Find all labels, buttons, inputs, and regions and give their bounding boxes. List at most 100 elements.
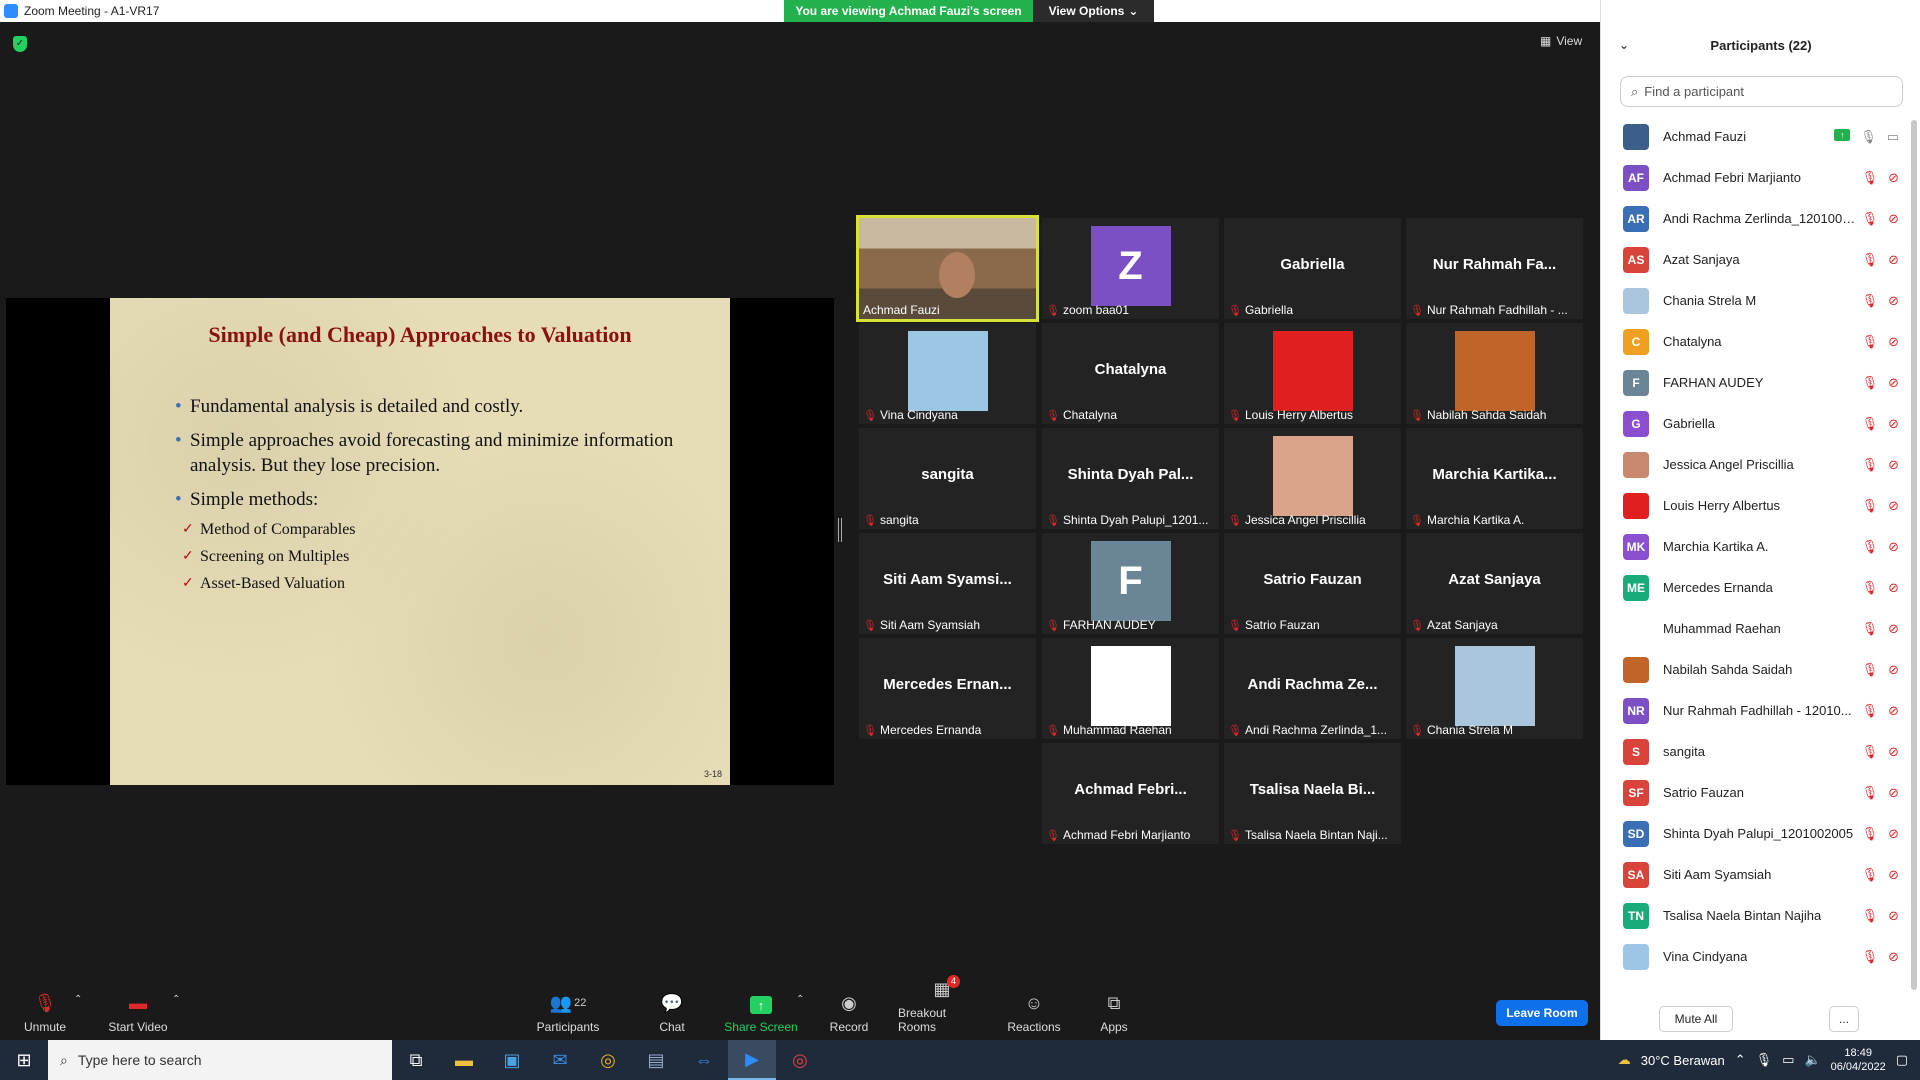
unmute-button[interactable]: 🎙 Unmute: [22, 980, 68, 1040]
video-tile[interactable]: Mercedes Ernan... 🎙 Mercedes Ernanda: [859, 638, 1036, 739]
muted-mic-icon: 🎙: [1861, 866, 1879, 882]
participant-status-icons: 🎙 ⊘: [1862, 621, 1899, 637]
participant-row[interactable]: SF Satrio Fauzan 🎙 ⊘: [1601, 772, 1911, 813]
participant-status-icons: 🎙 ⊘: [1862, 457, 1899, 473]
participants-panel: ⌄ Participants (22) ⌕ Find a participant…: [1600, 0, 1920, 1040]
shield-icon[interactable]: ✓: [13, 36, 27, 52]
video-tile[interactable]: Z 🎙 zoom baa01: [1042, 218, 1219, 319]
notepad-icon[interactable]: ▤: [632, 1040, 680, 1080]
participant-row[interactable]: AR Andi Rachma Zerlinda_1201002... 🎙 ⊘: [1601, 198, 1911, 239]
participant-row[interactable]: Muhammad Raehan 🎙 ⊘: [1601, 608, 1911, 649]
breakout-rooms-button[interactable]: ▦ 4 Breakout Rooms: [898, 975, 986, 1040]
participant-row[interactable]: AF Achmad Febri Marjianto 🎙 ⊘: [1601, 157, 1911, 198]
video-tile[interactable]: 🎙 Muhammad Raehan: [1042, 638, 1219, 739]
video-tile[interactable]: F 🎙 FARHAN AUDEY: [1042, 533, 1219, 634]
tile-name-label: 🎙 Andi Rachma Zerlinda_1...: [1228, 723, 1397, 737]
video-tile[interactable]: 🎙 Louis Herry Albertus: [1224, 323, 1401, 424]
file-explorer-icon[interactable]: ▬: [440, 1040, 488, 1080]
view-button[interactable]: ▦ View: [1540, 34, 1582, 48]
video-tile[interactable]: Satrio Fauzan 🎙 Satrio Fauzan: [1224, 533, 1401, 634]
video-tile[interactable]: 🎙 Chania Strela M: [1406, 638, 1583, 739]
participant-row[interactable]: ME Mercedes Ernanda 🎙 ⊘: [1601, 567, 1911, 608]
collapse-chevron-icon[interactable]: ⌄: [1619, 38, 1629, 52]
record-button[interactable]: ◉ Record: [826, 980, 872, 1040]
participant-row[interactable]: C Chatalyna 🎙 ⊘: [1601, 321, 1911, 362]
share-screen-button[interactable]: ↑ Share Screen: [724, 980, 798, 1040]
participant-row[interactable]: F FARHAN AUDEY 🎙 ⊘: [1601, 362, 1911, 403]
video-tile[interactable]: Shinta Dyah Pal... 🎙 Shinta Dyah Palupi_12…: [1042, 428, 1219, 529]
chrome-alt-icon[interactable]: ◎: [776, 1040, 824, 1080]
muted-mic-icon: 🎙: [1861, 292, 1879, 308]
muted-mic-icon: 🎙: [863, 409, 877, 422]
clock[interactable]: 18:49 06/04/2022: [1831, 1046, 1886, 1074]
video-tile[interactable]: Gabriella 🎙 Gabriella: [1224, 218, 1401, 319]
split-divider-handle[interactable]: [838, 518, 842, 542]
participant-row[interactable]: Achmad Fauzi ↑ 🎙 ▭: [1601, 116, 1911, 157]
teamviewer-icon[interactable]: ⇔: [680, 1040, 728, 1080]
mute-all-button[interactable]: Mute All: [1659, 1006, 1733, 1032]
view-options-button[interactable]: View Options ⌄: [1033, 0, 1154, 22]
participant-row[interactable]: G Gabriella 🎙 ⊘: [1601, 403, 1911, 444]
muted-mic-icon: 🎙: [1046, 304, 1060, 317]
store-icon[interactable]: ▣: [488, 1040, 536, 1080]
zoom-icon[interactable]: ▶: [728, 1040, 776, 1080]
participant-row[interactable]: TN Tsalisa Naela Bintan Najiha 🎙 ⊘: [1601, 895, 1911, 936]
audio-options-caret-icon[interactable]: ⌃: [74, 994, 82, 1005]
apps-button[interactable]: ⧉ Apps: [1098, 980, 1130, 1040]
video-tile[interactable]: Tsalisa Naela Bi... 🎙 Tsalisa Naela Bintan…: [1224, 743, 1401, 844]
grid-icon: ▦: [1540, 34, 1552, 48]
mail-icon[interactable]: ✉: [536, 1040, 584, 1080]
video-tile[interactable]: sangita 🎙 sangita: [859, 428, 1036, 529]
participant-row[interactable]: NR Nur Rahmah Fadhillah - 12010... 🎙 ⊘: [1601, 690, 1911, 731]
tile-name-label: 🎙 FARHAN AUDEY: [1046, 618, 1215, 632]
participant-row[interactable]: Vina Cindyana 🎙 ⊘: [1601, 936, 1911, 977]
windows-start-icon[interactable]: ⊞: [0, 1040, 48, 1080]
video-tile[interactable]: 🎙 Jessica Angel Priscillia: [1224, 428, 1401, 529]
participant-row[interactable]: AS Azat Sanjaya 🎙 ⊘: [1601, 239, 1911, 280]
video-off-icon: ⊘: [1888, 169, 1899, 185]
video-tile[interactable]: Achmad Fauzi: [856, 215, 1039, 322]
chat-button[interactable]: 💬 Chat: [652, 980, 692, 1040]
share-options-caret-icon[interactable]: ⌃: [796, 994, 804, 1005]
reactions-button[interactable]: ☺ Reactions: [1007, 980, 1060, 1040]
notifications-icon[interactable]: ▢: [1896, 1052, 1908, 1068]
more-button[interactable]: ...: [1829, 1006, 1859, 1032]
avatar: AS: [1623, 246, 1649, 273]
leave-room-button[interactable]: Leave Room: [1496, 1000, 1588, 1026]
video-tile[interactable]: Nur Rahmah Fa... 🎙 Nur Rahmah Fadhillah - …: [1406, 218, 1583, 319]
participants-button[interactable]: 👥 22 Participants: [536, 980, 600, 1040]
video-tile[interactable]: Andi Rachma Ze... 🎙 Andi Rachma Zerlinda_1…: [1224, 638, 1401, 739]
video-options-caret-icon[interactable]: ⌃: [172, 994, 180, 1005]
participant-row[interactable]: Jessica Angel Priscillia 🎙 ⊘: [1601, 444, 1911, 485]
volume-icon[interactable]: 🔈: [1804, 1052, 1820, 1068]
weather-text[interactable]: 30°C Berawan: [1641, 1053, 1725, 1068]
video-tile[interactable]: 🎙 Vina Cindyana: [859, 323, 1036, 424]
participant-name: Chania Strela M: [1663, 293, 1757, 308]
video-tile[interactable]: 🎙 Nabilah Sahda Saidah: [1406, 323, 1583, 424]
video-tile[interactable]: Chatalyna 🎙 Chatalyna: [1042, 323, 1219, 424]
network-icon[interactable]: ▭: [1782, 1052, 1794, 1068]
chrome-icon[interactable]: ◎: [584, 1040, 632, 1080]
video-tile[interactable]: Azat Sanjaya 🎙 Azat Sanjaya: [1406, 533, 1583, 634]
video-tile[interactable]: Achmad Febri... 🎙 Achmad Febri Marjianto: [1042, 743, 1219, 844]
participant-row[interactable]: Chania Strela M 🎙 ⊘: [1601, 280, 1911, 321]
participant-row[interactable]: Nabilah Sahda Saidah 🎙 ⊘: [1601, 649, 1911, 690]
task-view-icon[interactable]: ⧉: [392, 1040, 440, 1080]
video-tile[interactable]: Siti Aam Syamsi... 🎙 Siti Aam Syamsiah: [859, 533, 1036, 634]
start-video-button[interactable]: ▬ Start Video: [104, 980, 172, 1040]
participant-row[interactable]: SD Shinta Dyah Palupi_1201002005 🎙 ⊘: [1601, 813, 1911, 854]
video-off-icon: ⊘: [1888, 456, 1899, 472]
participant-search-input[interactable]: ⌕ Find a participant: [1620, 76, 1903, 107]
participant-row[interactable]: SA Siti Aam Syamsiah 🎙 ⊘: [1601, 854, 1911, 895]
video-tile[interactable]: Marchia Kartika... 🎙 Marchia Kartika A.: [1406, 428, 1583, 529]
slide-number: 3-18: [703, 769, 722, 779]
chevron-up-icon[interactable]: ⌃: [1735, 1052, 1746, 1068]
participant-row[interactable]: MK Marchia Kartika A. 🎙 ⊘: [1601, 526, 1911, 567]
participant-status-icons: 🎙 ⊘: [1862, 252, 1899, 268]
participant-scrollbar[interactable]: [1911, 120, 1917, 990]
video-off-icon: ⊘: [1888, 948, 1899, 964]
taskbar-search-input[interactable]: ⌕ Type here to search: [48, 1040, 392, 1080]
microphone-icon[interactable]: 🎙: [1756, 1052, 1773, 1068]
participant-row[interactable]: Ssangita 🎙 ⊘: [1601, 731, 1911, 772]
participant-row[interactable]: Louis Herry Albertus 🎙 ⊘: [1601, 485, 1911, 526]
